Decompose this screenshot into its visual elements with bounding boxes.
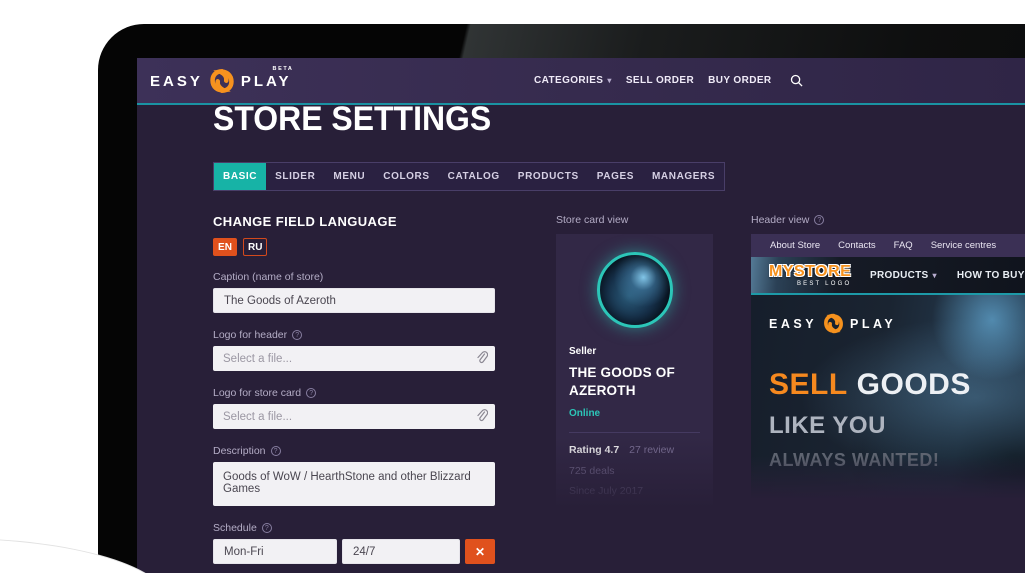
tab-slider[interactable]: SLIDER bbox=[266, 163, 324, 190]
deals-count: 725 deals bbox=[569, 465, 615, 478]
banner-easyplay-logo: EASY PLAY bbox=[769, 313, 1025, 334]
tab-pages[interactable]: PAGES bbox=[588, 163, 643, 190]
swirl-logo-icon bbox=[824, 313, 843, 334]
mystore-logo: MYSTORE BEST LOGO bbox=[769, 262, 852, 287]
logo-play-text: PLAY bbox=[240, 72, 292, 90]
preview-link-about: About Store bbox=[770, 240, 821, 251]
preview-link-service-centres: Service centres bbox=[930, 240, 997, 251]
banner-line2: LIKE YOU bbox=[769, 412, 886, 439]
logo-header-file-input[interactable]: Select a file... bbox=[213, 346, 495, 371]
language-switcher: EN RU bbox=[213, 238, 495, 256]
logo-play-wrap: PLAY BETA bbox=[240, 66, 292, 90]
mystore-logo-subtext: BEST LOGO bbox=[796, 280, 852, 287]
tab-menu[interactable]: MENU bbox=[324, 163, 374, 190]
tab-basic[interactable]: BASIC bbox=[214, 163, 267, 190]
help-icon: ? bbox=[814, 215, 825, 225]
top-navbar: EASY PLAY BETA CATEGORIES ▾ SELL ORDER B… bbox=[137, 58, 1025, 105]
banner-logo-easy: EASY bbox=[769, 316, 818, 331]
store-avatar bbox=[596, 252, 673, 328]
header-view-section: Header view ? About Store Contacts FAQ S… bbox=[751, 214, 1025, 500]
help-icon: ? bbox=[261, 523, 272, 533]
paperclip-icon[interactable] bbox=[476, 351, 489, 368]
preview-menu-products: PRODUCTS ▾ bbox=[870, 269, 937, 281]
online-status-badge: Online bbox=[569, 408, 601, 420]
store-name: THE GOODS OF AZEROTH bbox=[569, 365, 675, 398]
settings-form: CHANGE FIELD LANGUAGE EN RU Caption (nam… bbox=[213, 214, 495, 573]
preview-banner: EASY PLAY SELL GOODS LIKE YOU ALWAYS WANT… bbox=[751, 295, 1025, 500]
settings-tabs: BASIC SLIDER MENU COLORS CATALOG PRODUCT… bbox=[213, 162, 726, 191]
reviews-count: 27 review bbox=[629, 444, 675, 457]
preview-link-contacts: Contacts bbox=[838, 240, 876, 251]
paperclip-icon[interactable] bbox=[476, 409, 489, 426]
rating-value: Rating 4.7 bbox=[569, 444, 620, 457]
logo-easy-text: EASY bbox=[150, 72, 203, 90]
rating-row: Rating 4.7 27 review bbox=[569, 444, 700, 456]
description-label: Description ? bbox=[213, 445, 495, 457]
logo-card-file-input[interactable]: Select a file... bbox=[213, 404, 495, 429]
preview-store-menu: PRODUCTS ▾ HOW TO BUY bbox=[870, 257, 1025, 293]
description-textarea[interactable]: Goods of WoW / HearthStone and other Bli… bbox=[213, 462, 495, 506]
schedule-label: Schedule ? bbox=[213, 522, 495, 534]
app-screen: EASY PLAY BETA CATEGORIES ▾ SELL ORDER B… bbox=[137, 58, 1025, 573]
banner-headline-goods: GOODS bbox=[856, 368, 971, 401]
preview-store-header-bar: MYSTORE BEST LOGO PRODUCTS ▾ HOW TO BUY bbox=[751, 257, 1025, 293]
schedule-days-input[interactable] bbox=[213, 539, 337, 564]
navbar-links: CATEGORIES ▾ SELL ORDER BUY ORDER bbox=[534, 58, 803, 103]
lang-button-ru[interactable]: RU bbox=[243, 238, 268, 256]
schedule-row: ✕ bbox=[213, 539, 495, 564]
laptop-bezel: EASY PLAY BETA CATEGORIES ▾ SELL ORDER B… bbox=[98, 24, 1025, 573]
tab-catalog[interactable]: CATALOG bbox=[439, 163, 509, 190]
banner-headline: SELL GOODS bbox=[769, 368, 1025, 402]
file-placeholder: Select a file... bbox=[223, 352, 293, 365]
seller-label: Seller bbox=[569, 346, 597, 357]
tab-colors[interactable]: COLORS bbox=[374, 163, 438, 190]
store-card-view-label: Store card view bbox=[556, 214, 629, 226]
caption-input[interactable] bbox=[213, 288, 495, 313]
mystore-logo-text: MYSTORE bbox=[769, 262, 852, 280]
chevron-down-icon: ▾ bbox=[932, 270, 937, 280]
help-icon: ? bbox=[270, 446, 281, 456]
search-icon[interactable] bbox=[790, 74, 803, 87]
logo-card-label: Logo for store card ? bbox=[213, 387, 495, 399]
logo-header-label: Logo for header ? bbox=[213, 329, 495, 341]
page-title: STORE SETTINGS bbox=[213, 100, 492, 138]
preview-menu-how-to-buy: HOW TO BUY bbox=[956, 269, 1025, 281]
header-view-label: Header view ? bbox=[751, 214, 1025, 226]
swirl-logo-icon bbox=[210, 68, 234, 94]
chevron-down-icon: ▾ bbox=[607, 76, 612, 85]
preview-top-links-bar: About Store Contacts FAQ Service centres bbox=[751, 234, 1025, 257]
schedule-hours-input[interactable] bbox=[342, 539, 460, 564]
close-icon: ✕ bbox=[474, 544, 486, 559]
mockup-stage: EASY PLAY BETA CATEGORIES ▾ SELL ORDER B… bbox=[0, 0, 1025, 573]
banner-headline-sell: SELL bbox=[769, 368, 848, 401]
help-icon: ? bbox=[292, 330, 303, 340]
nav-link-categories[interactable]: CATEGORIES ▾ bbox=[534, 75, 612, 86]
lang-button-en[interactable]: EN bbox=[213, 238, 237, 256]
preview-link-faq: FAQ bbox=[893, 240, 913, 251]
banner-logo-play: PLAY bbox=[850, 316, 897, 331]
tab-products[interactable]: PRODUCTS bbox=[509, 163, 588, 190]
tab-managers[interactable]: MANAGERS bbox=[643, 163, 724, 190]
store-card-preview-section: Store card view Seller THE GOODS OF AZER… bbox=[556, 214, 713, 508]
file-placeholder: Select a file... bbox=[223, 410, 293, 423]
store-card: Seller THE GOODS OF AZEROTH Online Ratin… bbox=[556, 234, 713, 508]
card-divider bbox=[569, 432, 700, 434]
language-heading: CHANGE FIELD LANGUAGE bbox=[213, 214, 397, 229]
since-date: Since July 2017 bbox=[569, 485, 644, 498]
nav-link-sell-order[interactable]: SELL ORDER bbox=[626, 75, 694, 86]
help-icon: ? bbox=[306, 388, 317, 398]
logo-beta-badge: BETA bbox=[272, 65, 294, 72]
banner-line3: ALWAYS WANTED! bbox=[769, 450, 940, 470]
caption-label: Caption (name of store) bbox=[213, 271, 324, 283]
nav-link-buy-order[interactable]: BUY ORDER bbox=[708, 75, 771, 86]
remove-schedule-button[interactable]: ✕ bbox=[465, 539, 495, 564]
easyplay-logo[interactable]: EASY PLAY BETA bbox=[150, 66, 292, 94]
